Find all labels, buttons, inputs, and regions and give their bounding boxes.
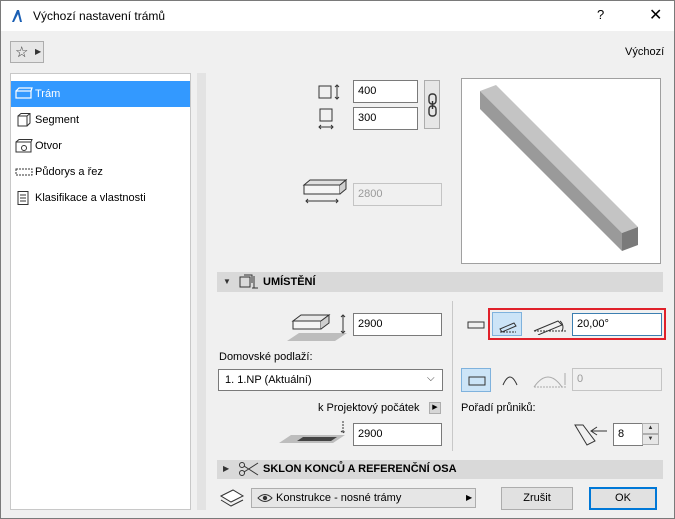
straight-beam-icon — [468, 376, 486, 386]
beam-length-icon — [302, 178, 348, 204]
end-cuts-icon — [239, 462, 259, 476]
beam-height-icon — [318, 108, 334, 130]
sidebar-item-label: Otvor — [35, 140, 62, 152]
intersection-priority-label: Pořadí průniků: — [461, 402, 536, 414]
horizontal-beam-icon — [467, 321, 485, 329]
curved-beam-button[interactable] — [495, 368, 525, 392]
curved-beam-icon — [502, 376, 518, 386]
home-story-select[interactable]: 1. 1.NP (Aktuální) ⌵ — [218, 369, 443, 391]
sidebar-item-label: Klasifikace a vlastnosti — [35, 192, 146, 204]
window-title: Výchozí nastavení trámů — [33, 9, 166, 23]
layer-select[interactable]: Konstrukce - nosné trámy ▶ — [251, 488, 476, 508]
end-cuts-section-title: SKLON KONCŮ A REFERENČNÍ OSA — [263, 463, 457, 475]
beam-width-icon — [318, 84, 340, 100]
close-button[interactable]: ✕ — [649, 5, 662, 25]
chevron-right-icon: ▶ — [466, 493, 473, 502]
intersection-priority-field[interactable]: 8 — [613, 423, 643, 446]
chain-link-icon — [428, 93, 437, 117]
placement-section-title: UMÍSTĚNÍ — [263, 276, 316, 288]
sidebar-item-label: Segment — [35, 114, 80, 126]
beam-icon — [15, 87, 33, 99]
column-divider — [452, 301, 453, 451]
horizontal-beam-button[interactable] — [461, 313, 491, 337]
project-zero-icon — [279, 421, 346, 443]
spinner-down-icon[interactable]: ▼ — [642, 434, 659, 445]
spinner-up-icon[interactable]: ▲ — [642, 423, 659, 434]
eye-icon — [257, 494, 273, 502]
layers-icon — [219, 489, 245, 507]
cancel-button[interactable]: Zrušit — [501, 487, 573, 510]
ok-button[interactable]: OK — [589, 487, 657, 510]
project-zero-menu-button[interactable]: ▶ — [429, 402, 441, 414]
arc-height-icon — [533, 373, 566, 388]
panel-scroll-strip[interactable] — [197, 73, 206, 510]
intersection-priority-icon — [574, 424, 607, 446]
floorplan-section-icon — [15, 168, 33, 176]
beam-length-field: 2800 — [353, 183, 442, 206]
sidebar-item-floorplan-section[interactable]: Půdorys a řez — [11, 159, 190, 185]
project-zero-field[interactable]: 2900 — [353, 423, 442, 446]
arc-height-field: 0 — [572, 368, 662, 391]
defaults-label: Výchozí — [625, 46, 665, 58]
beam-width-field[interactable]: 400 — [353, 80, 418, 103]
sidebar-item-beam[interactable]: Trám — [11, 81, 190, 107]
star-icon: ☆ — [15, 44, 29, 61]
slope-angle-field[interactable]: 20,00° — [572, 313, 662, 336]
classification-icon — [17, 191, 29, 205]
placement-section-header[interactable]: ▼ UMÍSTĚNÍ — [217, 272, 663, 292]
chevron-right-icon: ▶ — [35, 47, 42, 56]
beam-height-field[interactable]: 300 — [353, 107, 418, 130]
straight-beam-button[interactable] — [461, 368, 491, 392]
reference-height-field[interactable]: 2900 — [353, 313, 442, 336]
help-button[interactable]: ? — [597, 7, 604, 22]
expand-triangle-icon: ▶ — [223, 464, 230, 473]
archicad-app-icon — [12, 10, 22, 22]
dialog-window: Výchozí nastavení trámů ? ✕ ☆ ▶ Výchozí … — [0, 0, 675, 519]
link-dimensions-button[interactable] — [424, 80, 440, 129]
title-bar: Výchozí nastavení trámů ? ✕ — [1, 1, 674, 31]
end-cuts-section-header[interactable]: ▶ SKLON KONCŮ A REFERENČNÍ OSA — [217, 460, 663, 479]
chevron-down-icon: ⌵ — [427, 373, 435, 384]
sidebar-item-label: Trám — [35, 88, 61, 100]
opening-icon — [15, 139, 33, 153]
settings-sidebar: Trám Segment Otvor Půdorys a řez Klasifi… — [10, 73, 191, 510]
beam-3d-model — [480, 85, 638, 251]
sidebar-item-segment[interactable]: Segment — [11, 107, 190, 133]
segment-icon — [17, 113, 31, 127]
sidebar-item-opening[interactable]: Otvor — [11, 133, 190, 159]
placement-icon — [239, 274, 258, 289]
sidebar-item-classification[interactable]: Klasifikace a vlastnosti — [11, 185, 190, 211]
collapse-triangle-icon: ▼ — [223, 277, 231, 286]
home-story-label: Domovské podlaží: — [219, 351, 313, 363]
project-zero-label: k Projektový počátek — [318, 402, 420, 414]
layer-value: Konstrukce - nosné trámy — [276, 492, 402, 504]
reference-height-icon — [287, 314, 347, 341]
sidebar-item-label: Půdorys a řez — [35, 166, 103, 178]
priority-spinner[interactable]: ▲ ▼ — [642, 423, 659, 445]
home-story-value: 1. 1.NP (Aktuální) — [225, 374, 312, 386]
beam-3d-preview — [461, 78, 661, 264]
favorites-button[interactable]: ☆ ▶ — [10, 41, 44, 63]
